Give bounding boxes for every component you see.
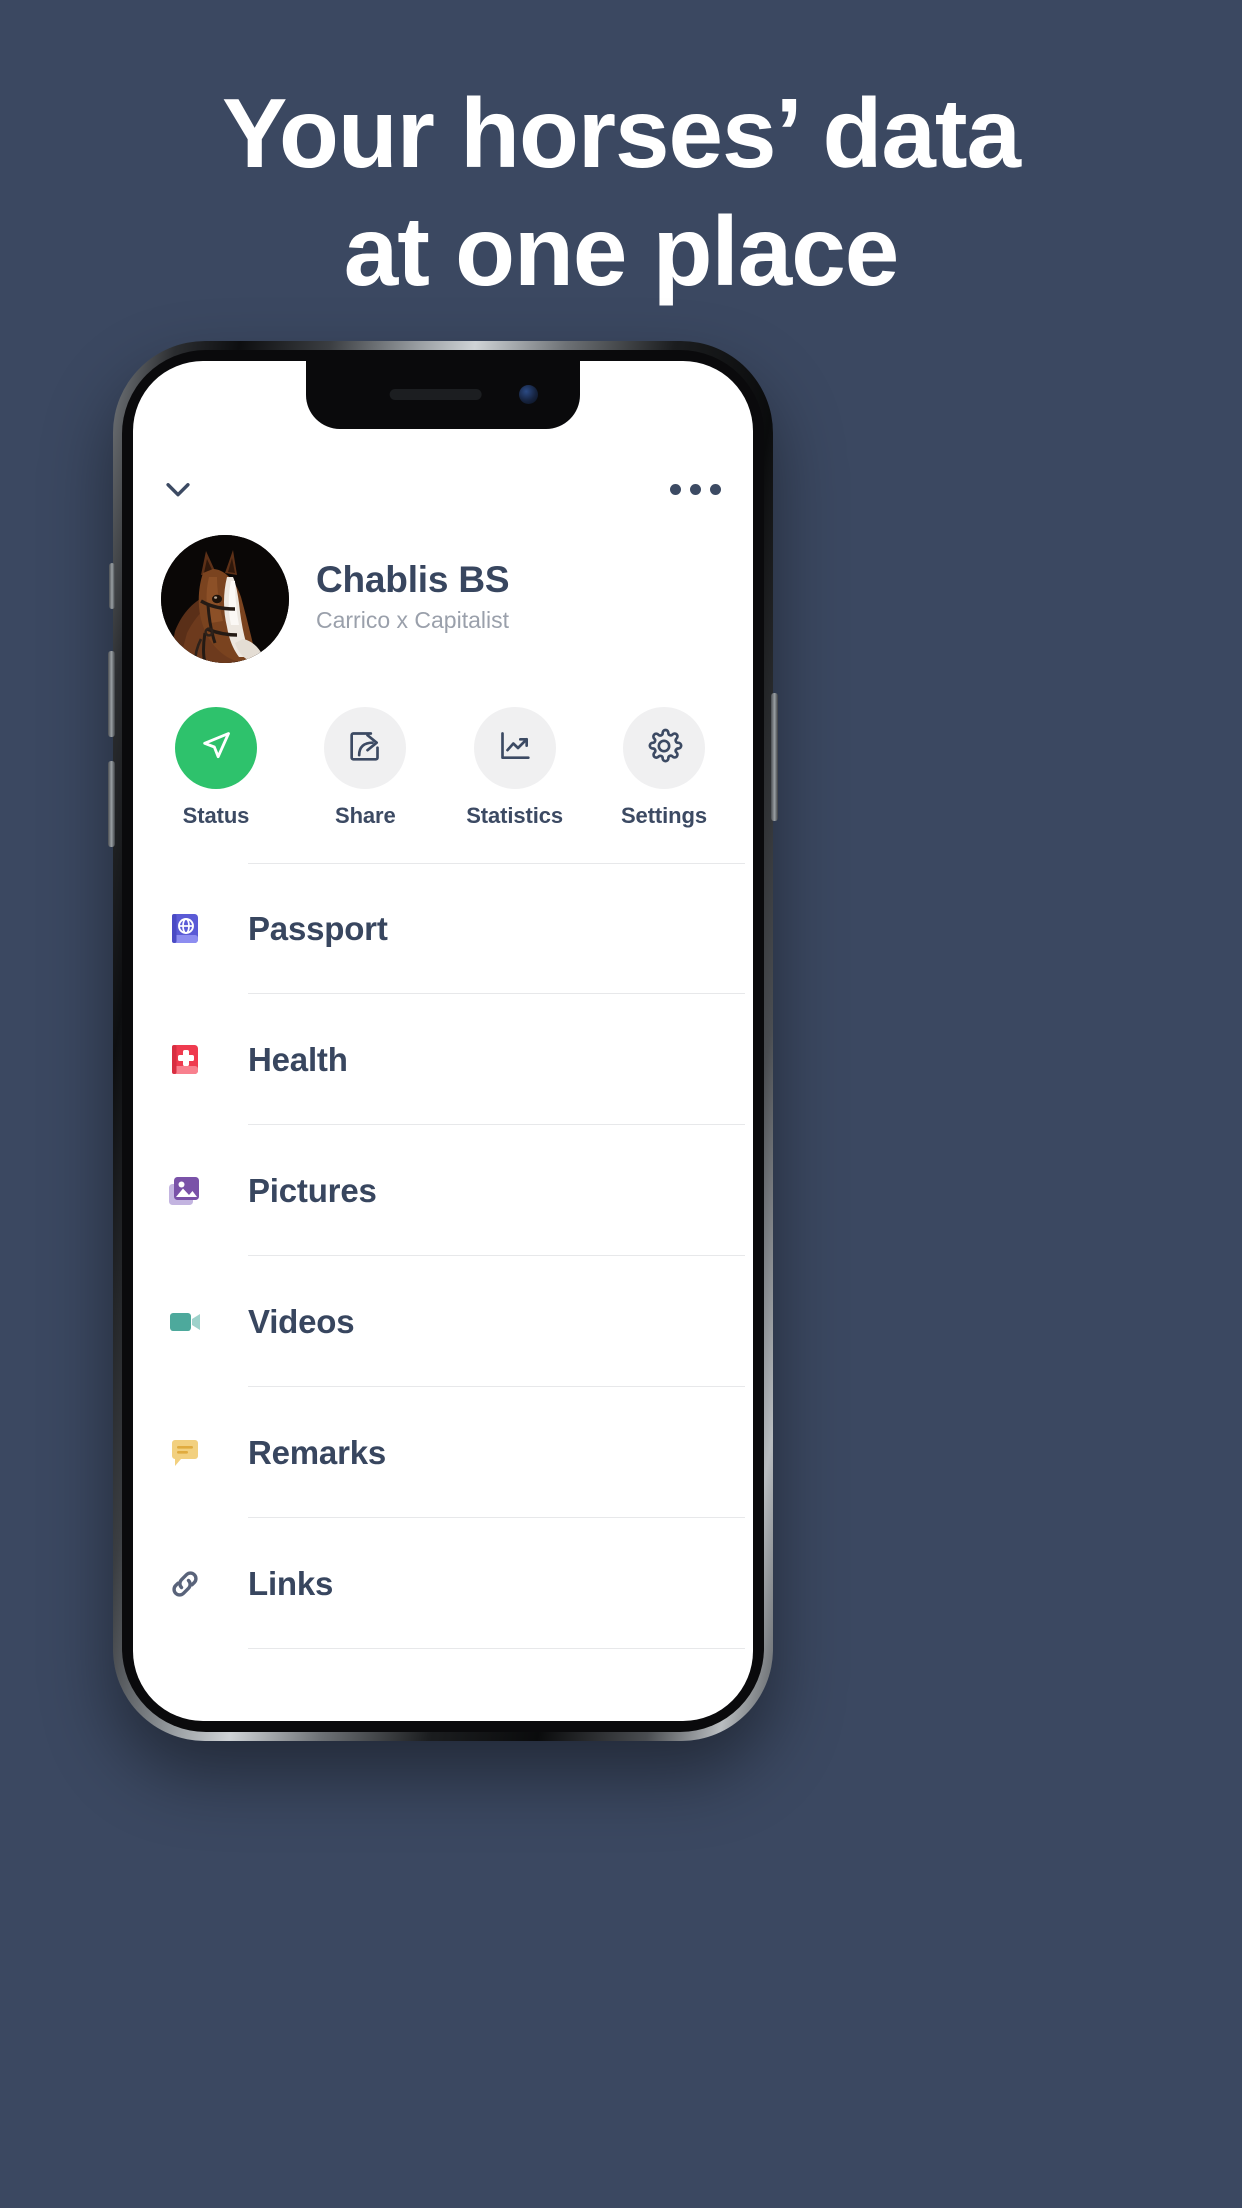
phone-notch (306, 361, 580, 429)
phone-volume-down-button[interactable] (108, 761, 115, 847)
phone-mute-switch[interactable] (109, 563, 115, 609)
action-statistics[interactable]: Statistics (460, 707, 570, 829)
phone-screen: Chablis BS Carrico x Capitalist Status S… (133, 361, 753, 1721)
phone-power-button[interactable] (771, 693, 778, 821)
passport-book-globe-icon (163, 907, 215, 951)
phone-mockup: Chablis BS Carrico x Capitalist Status S… (108, 341, 778, 1741)
action-statistics-label: Statistics (466, 803, 564, 828)
list-item-videos-label: Videos (248, 1256, 745, 1387)
video-camera-icon (163, 1300, 215, 1344)
more-horizontal-icon[interactable] (666, 476, 725, 503)
share-button[interactable] (324, 707, 407, 789)
earpiece-speaker-icon (389, 389, 482, 400)
paper-plane-icon (196, 726, 236, 771)
photo-stack-icon (163, 1169, 215, 1213)
horse-profile: Chablis BS Carrico x Capitalist (155, 535, 731, 663)
speech-bubble-lines-icon (163, 1431, 215, 1475)
promo-headline: Your horses’ data at one place (0, 74, 1242, 310)
action-status[interactable]: Status (161, 707, 271, 829)
settings-button[interactable] (622, 707, 705, 789)
health-book-cross-icon (163, 1038, 215, 1082)
horse-name: Chablis BS (316, 558, 510, 600)
list-item-passport-label: Passport (248, 863, 745, 994)
action-settings[interactable]: Settings (609, 707, 719, 829)
action-share-label: Share (335, 803, 396, 828)
list-item-health[interactable]: Health (155, 994, 745, 1125)
list-item-remarks[interactable]: Remarks (155, 1387, 745, 1518)
share-box-icon (345, 726, 385, 771)
headline-line-2: at one place (343, 196, 899, 306)
horse-pedigree: Carrico x Capitalist (316, 607, 509, 634)
action-status-label: Status (182, 803, 250, 828)
list-item-pictures-label: Pictures (248, 1125, 745, 1256)
chevron-down-icon[interactable] (161, 472, 195, 506)
chain-link-icon (163, 1562, 215, 1606)
avatar[interactable] (161, 535, 289, 663)
action-button-row: Status Share Statistics Settings (155, 707, 731, 829)
statistics-button[interactable] (473, 707, 556, 789)
list-item-pictures[interactable]: Pictures (155, 1125, 745, 1256)
chart-line-up-icon (495, 726, 535, 771)
list-item-passport[interactable]: Passport (155, 863, 745, 994)
list-item-links[interactable]: Links (155, 1518, 745, 1649)
status-button[interactable] (175, 707, 257, 789)
app-screen: Chablis BS Carrico x Capitalist Status S… (133, 361, 753, 1721)
app-header (155, 457, 731, 521)
action-settings-label: Settings (620, 803, 707, 828)
section-list: Passport Health Pictures Videos Remarks … (155, 863, 745, 1649)
list-item-remarks-label: Remarks (248, 1387, 745, 1518)
list-item-videos[interactable]: Videos (155, 1256, 745, 1387)
action-share[interactable]: Share (310, 707, 420, 829)
front-camera-icon (519, 385, 538, 404)
list-item-links-label: Links (248, 1518, 745, 1649)
headline-line-1: Your horses’ data (221, 78, 1021, 188)
list-item-health-label: Health (248, 994, 745, 1125)
gear-icon (644, 726, 684, 771)
phone-volume-up-button[interactable] (108, 651, 115, 737)
